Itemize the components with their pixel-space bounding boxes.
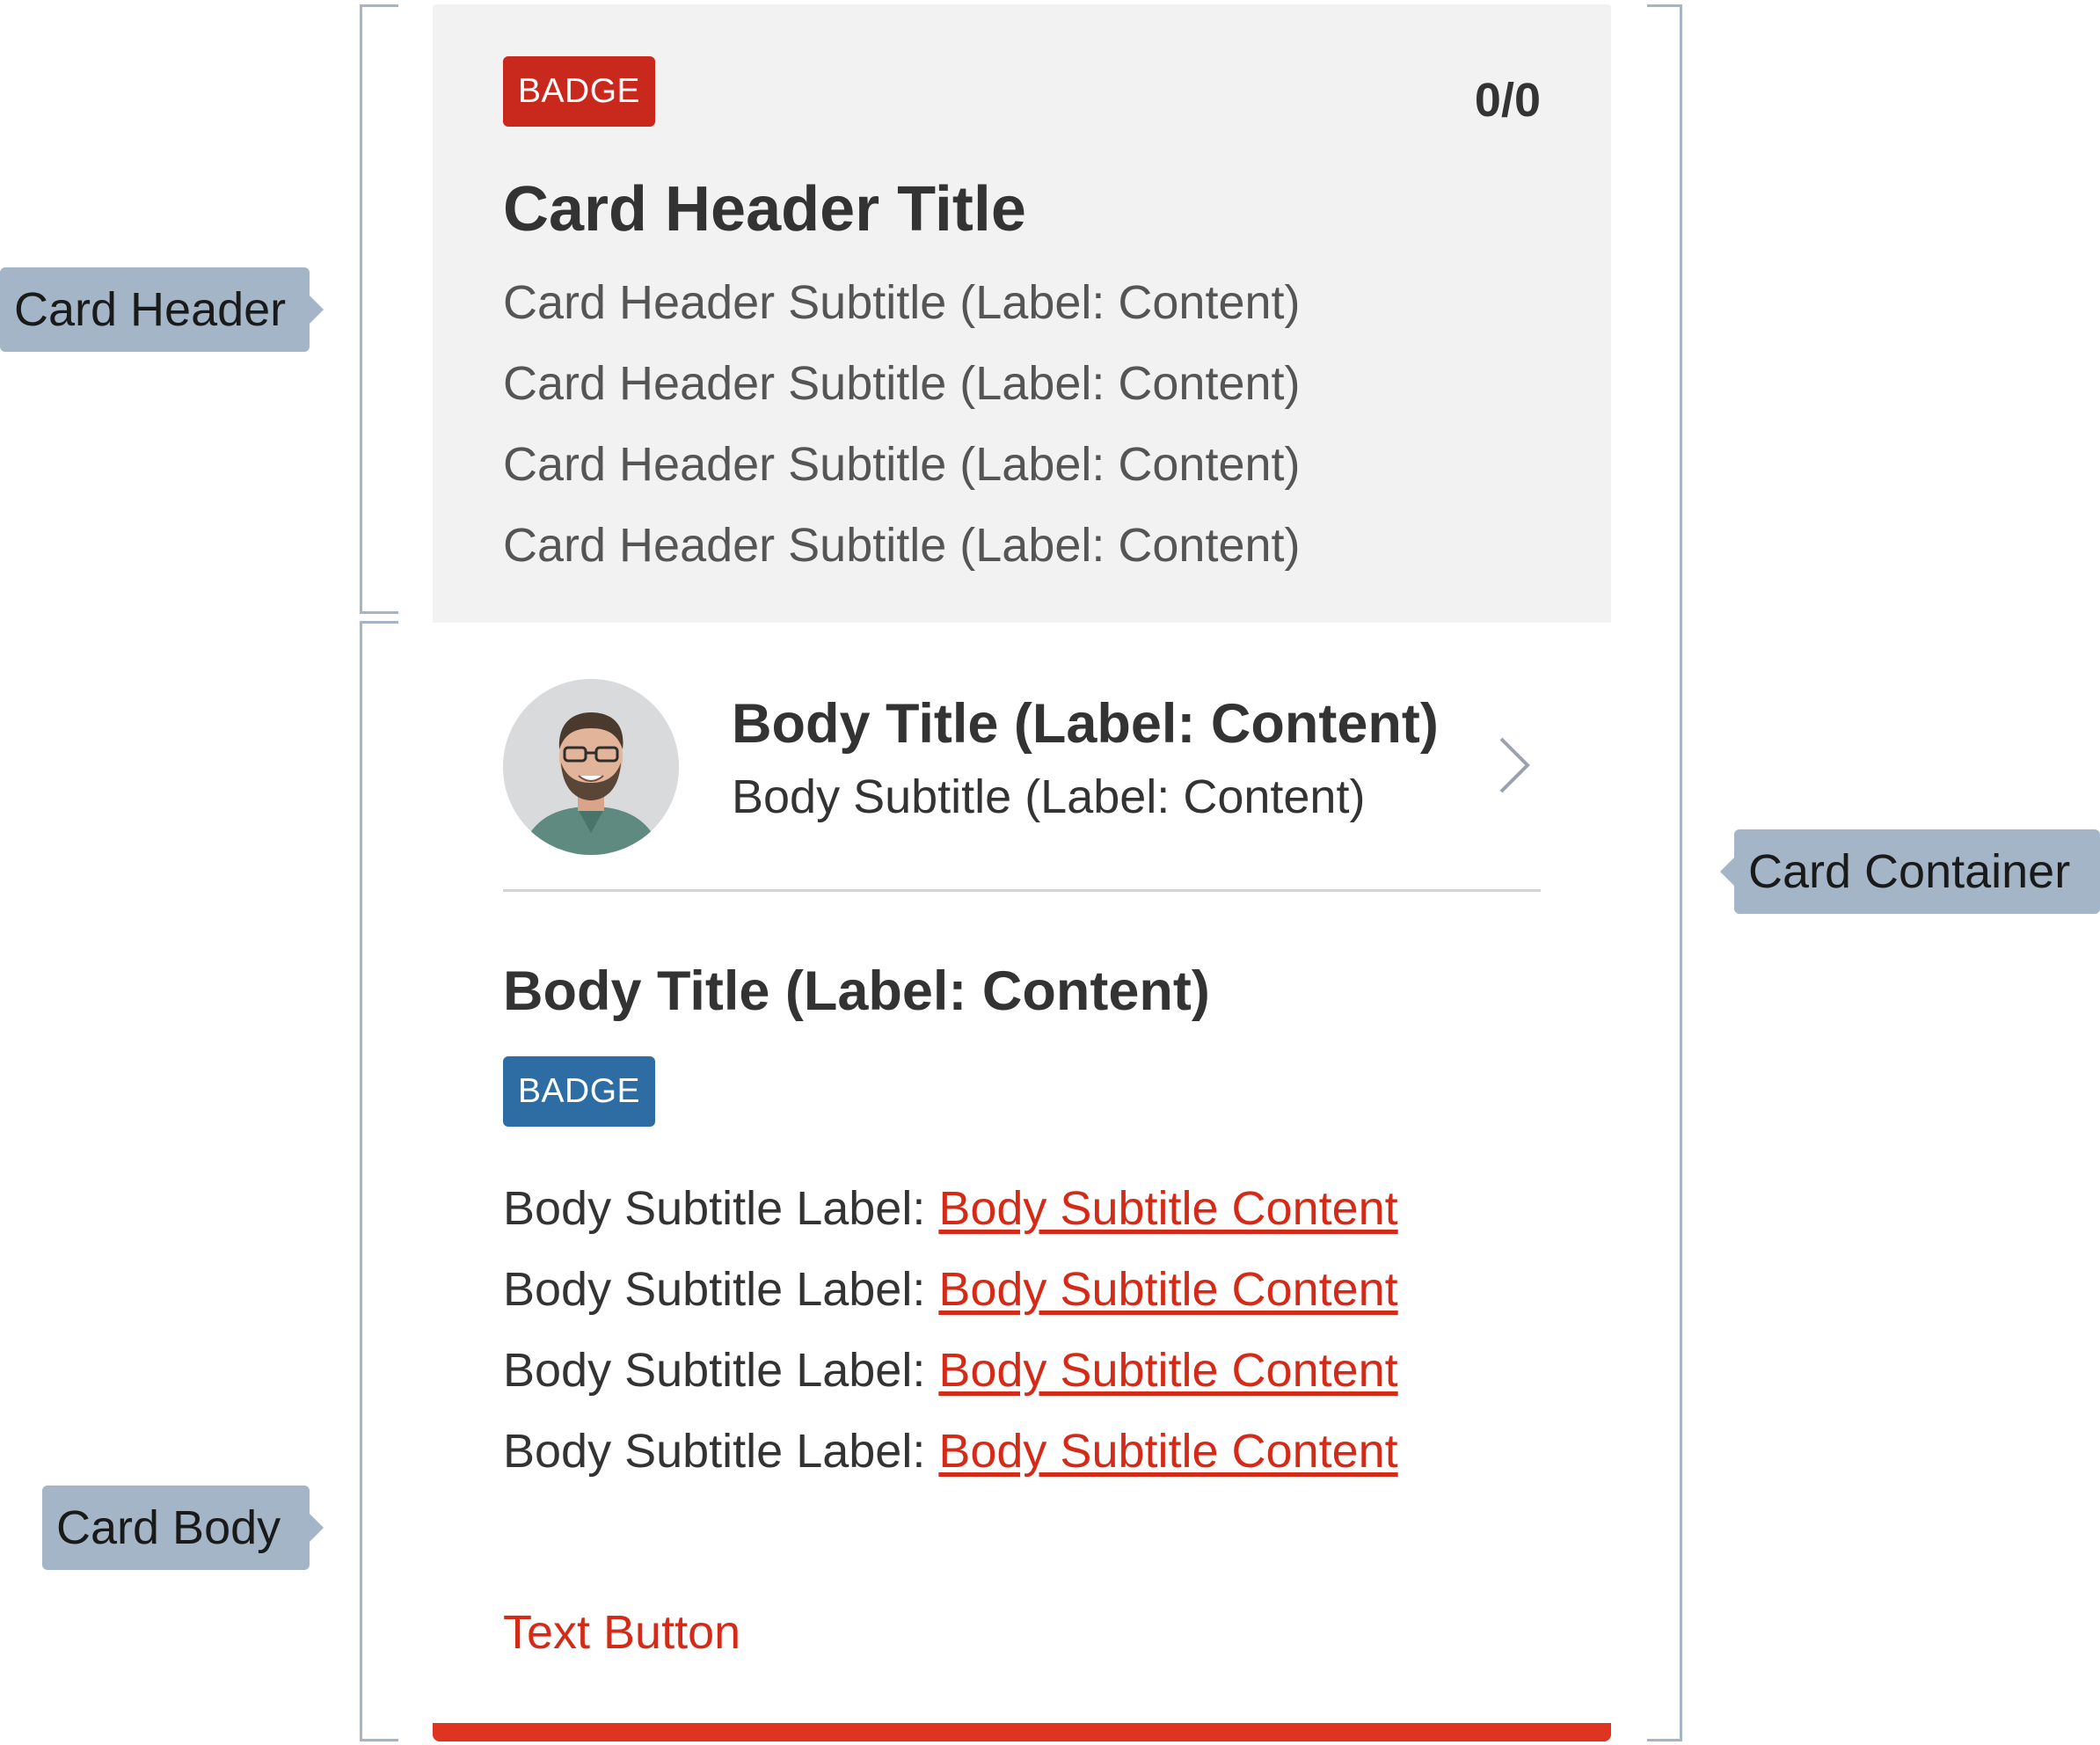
header-counter: 0/0 [1474,74,1541,127]
list-item: Body Subtitle Label: Body Subtitle Conte… [503,1330,1398,1411]
card-container-annotation: Card Container [1720,829,2100,914]
avatar [503,679,679,855]
detail-label: Body Subtitle Label: [503,1182,939,1235]
card-header-subtitle: Card Header Subtitle (Label: Content) [503,357,1301,410]
text-button[interactable]: Text Button [503,1605,740,1660]
detail-content-link[interactable]: Body Subtitle Content [938,1263,1397,1316]
list-item: Body Subtitle Label: Body Subtitle Conte… [503,1249,1398,1330]
card-header-annotation: Card Header [0,267,324,352]
person-title: Body Title (Label: Content) [732,693,1439,755]
detail-label: Body Subtitle Label: [503,1425,939,1478]
card-container-bracket [1647,4,1682,1741]
body-detail-list: Body Subtitle Label: Body Subtitle Conte… [503,1168,1398,1492]
divider [503,889,1541,892]
header-badge: BADGE [503,56,656,127]
card-container: BADGE 0/0 Card Header Title Card Header … [433,4,1611,1741]
list-item: Body Subtitle Label: Body Subtitle Conte… [503,1411,1398,1492]
detail-content-link[interactable]: Body Subtitle Content [938,1425,1397,1478]
card-header-subtitle: Card Header Subtitle (Label: Content) [503,519,1301,572]
card-body-annotation: Card Body [42,1486,324,1570]
card-header-bracket [360,4,398,614]
detail-label: Body Subtitle Label: [503,1344,939,1397]
detail-content-link[interactable]: Body Subtitle Content [938,1182,1397,1235]
card-header: BADGE 0/0 Card Header Title Card Header … [433,4,1611,623]
card-bottom-bar [433,1723,1611,1741]
body-badge: BADGE [503,1056,656,1127]
card-header-subtitles: Card Header Subtitle (Label: Content) Ca… [503,262,1301,586]
body-title: Body Title (Label: Content) [503,960,1210,1022]
chevron-right-icon[interactable] [1492,734,1536,796]
person-subtitle: Body Subtitle (Label: Content) [732,770,1366,823]
card-header-subtitle: Card Header Subtitle (Label: Content) [503,438,1301,491]
card-header-subtitle: Card Header Subtitle (Label: Content) [503,276,1301,329]
list-item: Body Subtitle Label: Body Subtitle Conte… [503,1168,1398,1249]
card-header-title: Card Header Title [503,174,1026,245]
person-row[interactable]: Body Title (Label: Content) Body Subtitl… [503,673,1541,858]
detail-content-link[interactable]: Body Subtitle Content [938,1344,1397,1397]
detail-label: Body Subtitle Label: [503,1263,939,1316]
person-avatar-icon [503,679,679,855]
card-body-bracket [360,621,398,1741]
